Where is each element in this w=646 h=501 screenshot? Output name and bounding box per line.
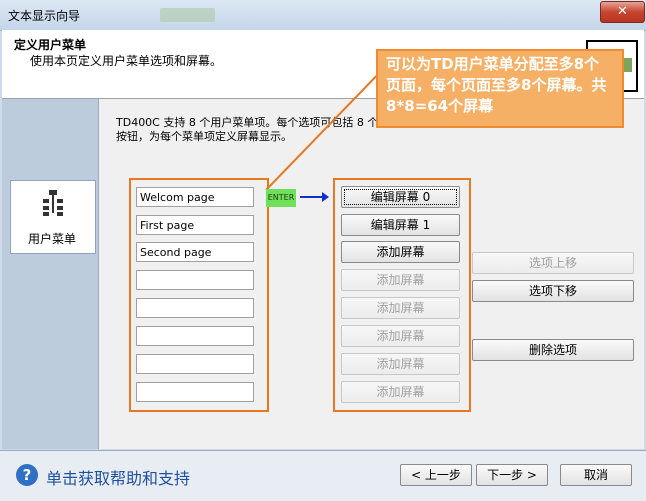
arrow-head-icon xyxy=(322,192,329,202)
edit-screen-button[interactable]: 编辑屏幕 0 xyxy=(341,186,460,208)
menu-item-field[interactable] xyxy=(136,382,254,402)
move-option-up-button[interactable]: 选项上移 xyxy=(472,252,634,274)
add-screen-button[interactable]: 添加屏幕 xyxy=(341,325,460,347)
callout-annotation: 可以为TD用户菜单分配至多8个页面，每个页面至多8个屏幕。共8*8=64个屏幕 xyxy=(376,49,624,128)
menu-item-field[interactable]: Welcom page xyxy=(136,187,254,207)
help-link[interactable]: 单击获取帮助和支持 xyxy=(46,465,190,489)
enter-tag: ENTER xyxy=(266,189,296,207)
move-option-down-button[interactable]: 选项下移 xyxy=(472,280,634,302)
arrow-right-icon xyxy=(300,196,324,198)
menu-item-field[interactable] xyxy=(136,270,254,290)
menu-item-field[interactable] xyxy=(136,298,254,318)
cancel-button[interactable]: 取消 xyxy=(560,464,632,486)
menu-items-group xyxy=(129,178,269,412)
back-button[interactable]: < 上一步 xyxy=(400,464,472,486)
menu-item-field[interactable] xyxy=(136,354,254,374)
delete-option-button[interactable]: 删除选项 xyxy=(472,339,634,361)
add-screen-button[interactable]: 添加屏幕 xyxy=(341,269,460,291)
next-button[interactable]: 下一步 > xyxy=(476,464,548,486)
menu-item-field[interactable]: First page xyxy=(136,215,254,235)
menu-item-field[interactable] xyxy=(136,326,254,346)
add-screen-button[interactable]: 添加屏幕 xyxy=(341,297,460,319)
menu-item-field[interactable]: Second page xyxy=(136,242,254,262)
add-screen-button[interactable]: 添加屏幕 xyxy=(341,353,460,375)
edit-screen-button[interactable]: 编辑屏幕 1 xyxy=(341,214,460,236)
help-icon[interactable]: ? xyxy=(16,464,38,486)
add-screen-button[interactable]: 添加屏幕 xyxy=(341,381,460,403)
add-screen-button[interactable]: 添加屏幕 xyxy=(341,241,460,263)
